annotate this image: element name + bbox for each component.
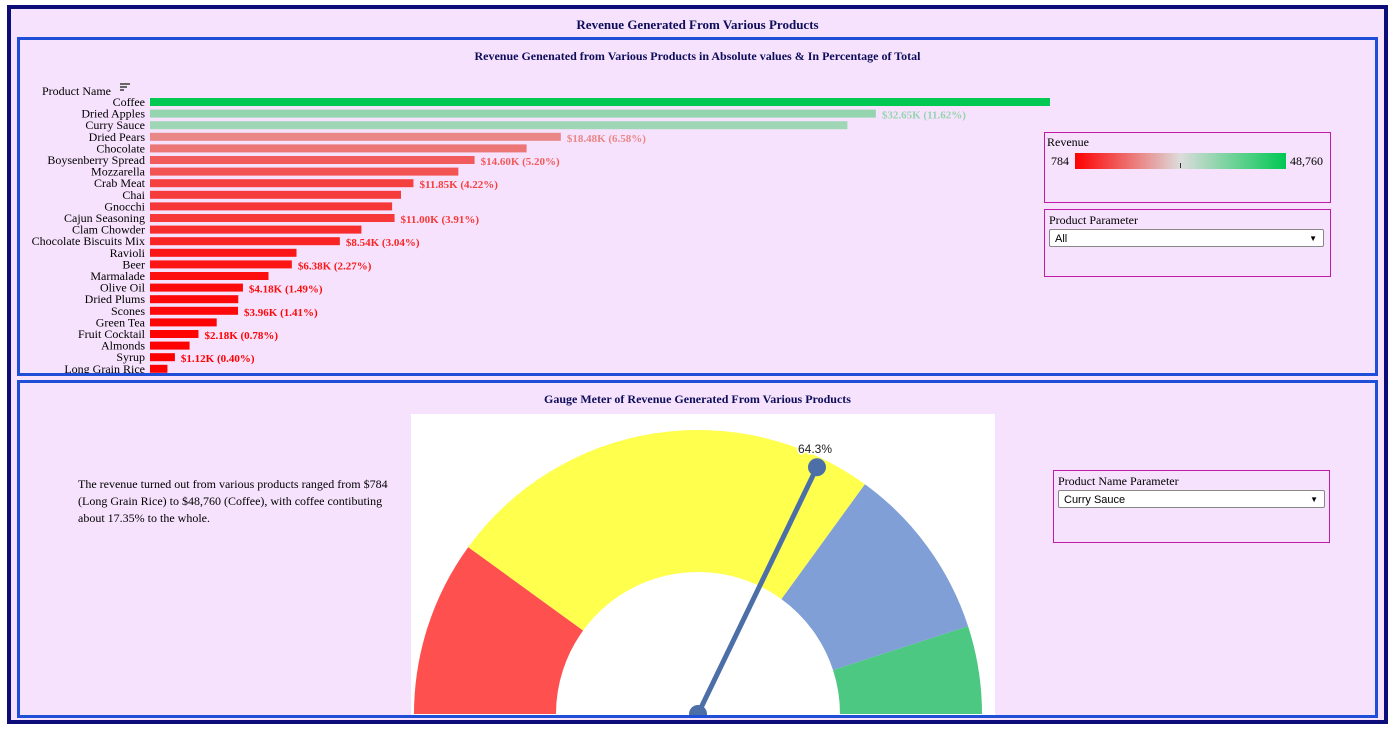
bar[interactable] [150, 295, 239, 304]
bar-data-label: $11.00K (3.91%) [401, 214, 480, 226]
bar[interactable] [150, 214, 395, 222]
gauge-needle-knob[interactable] [807, 458, 826, 477]
bar-data-label: $8.54K (3.04%) [346, 237, 420, 249]
bar-chart: Coffee$48.76K (17.35%)Dried Apples$32.65… [32, 95, 1050, 373]
bar-data-label: $6.38K (2.27%) [298, 260, 372, 272]
product-parameter-label: Product Parameter [1049, 213, 1138, 227]
bar[interactable] [150, 109, 876, 118]
bar[interactable] [150, 167, 459, 176]
bar[interactable] [150, 248, 297, 257]
product-parameter-value: All [1055, 233, 1068, 245]
revenue-legend-min: 784 [1051, 154, 1069, 168]
product-name-parameter-card: Product Name Parameter Curry Sauce ▼ [1053, 470, 1330, 543]
bar-data-label: $4.18K (1.49%) [249, 284, 323, 296]
product-parameter-select[interactable]: All ▼ [1049, 229, 1324, 247]
dashboard: Revenue Generated From Various Products … [7, 5, 1388, 724]
product-name-parameter-select[interactable]: Curry Sauce ▼ [1058, 490, 1325, 508]
bar[interactable] [150, 260, 292, 269]
page-title: Revenue Generated From Various Products [576, 17, 819, 32]
bar[interactable] [150, 132, 561, 141]
bar[interactable] [150, 283, 243, 292]
bar[interactable] [150, 353, 175, 362]
bar[interactable] [150, 237, 340, 246]
bar[interactable] [150, 156, 475, 164]
revenue-legend-label: Revenue [1047, 135, 1089, 149]
product-parameter-card: Product Parameter All ▼ [1044, 209, 1331, 277]
bar[interactable] [150, 179, 414, 188]
bar[interactable] [150, 272, 269, 280]
dropdown-arrow-icon: ▼ [1309, 234, 1317, 243]
product-name-parameter-value: Curry Sauce [1064, 494, 1126, 506]
gauge-title: Gauge Meter of Revenue Generated From Va… [544, 392, 851, 406]
revenue-color-legend: Revenue 784 48,760 [1044, 132, 1331, 203]
bar[interactable] [150, 144, 527, 153]
bar[interactable] [150, 318, 217, 327]
gradient-midpoint-tick [1180, 163, 1181, 168]
bar-data-label: $11.85K (4.22%) [419, 179, 498, 191]
dropdown-arrow-icon: ▼ [1310, 495, 1318, 504]
bar[interactable] [150, 330, 199, 338]
bar-chart-panel: Revenue Genenated from Various Products … [17, 37, 1378, 376]
gauge-meter: 64.3% [414, 430, 982, 723]
bar[interactable] [150, 121, 848, 130]
revenue-legend-max: 48,760 [1290, 154, 1323, 168]
product-name-parameter-label: Product Name Parameter [1058, 474, 1179, 488]
bar[interactable] [150, 225, 362, 234]
bar-data-label: $3.96K (1.41%) [244, 307, 318, 319]
bar[interactable] [150, 364, 168, 373]
bar-data-label: $2.18K (0.78%) [204, 330, 278, 342]
gauge-container: 64.3% [411, 414, 995, 723]
bar[interactable] [150, 306, 239, 315]
bar[interactable] [150, 98, 1050, 106]
bar-data-label: $32.65K (11.62%) [882, 110, 966, 122]
bar-category-label: Long Grain Rice [64, 362, 145, 373]
bar-data-label: $18.48K (6.58%) [567, 133, 646, 145]
gauge-panel: Gauge Meter of Revenue Generated From Va… [17, 380, 1378, 723]
bar[interactable] [150, 341, 190, 350]
gauge-value-label: 64.3% [798, 442, 832, 456]
bar-data-label: $14.60K (5.20%) [481, 156, 560, 168]
bar[interactable] [150, 202, 393, 211]
bar[interactable] [150, 190, 401, 199]
gauge-summary-text: The revenue turned out from various prod… [78, 477, 388, 525]
bar-data-label: $1.12K (0.40%) [181, 353, 255, 365]
